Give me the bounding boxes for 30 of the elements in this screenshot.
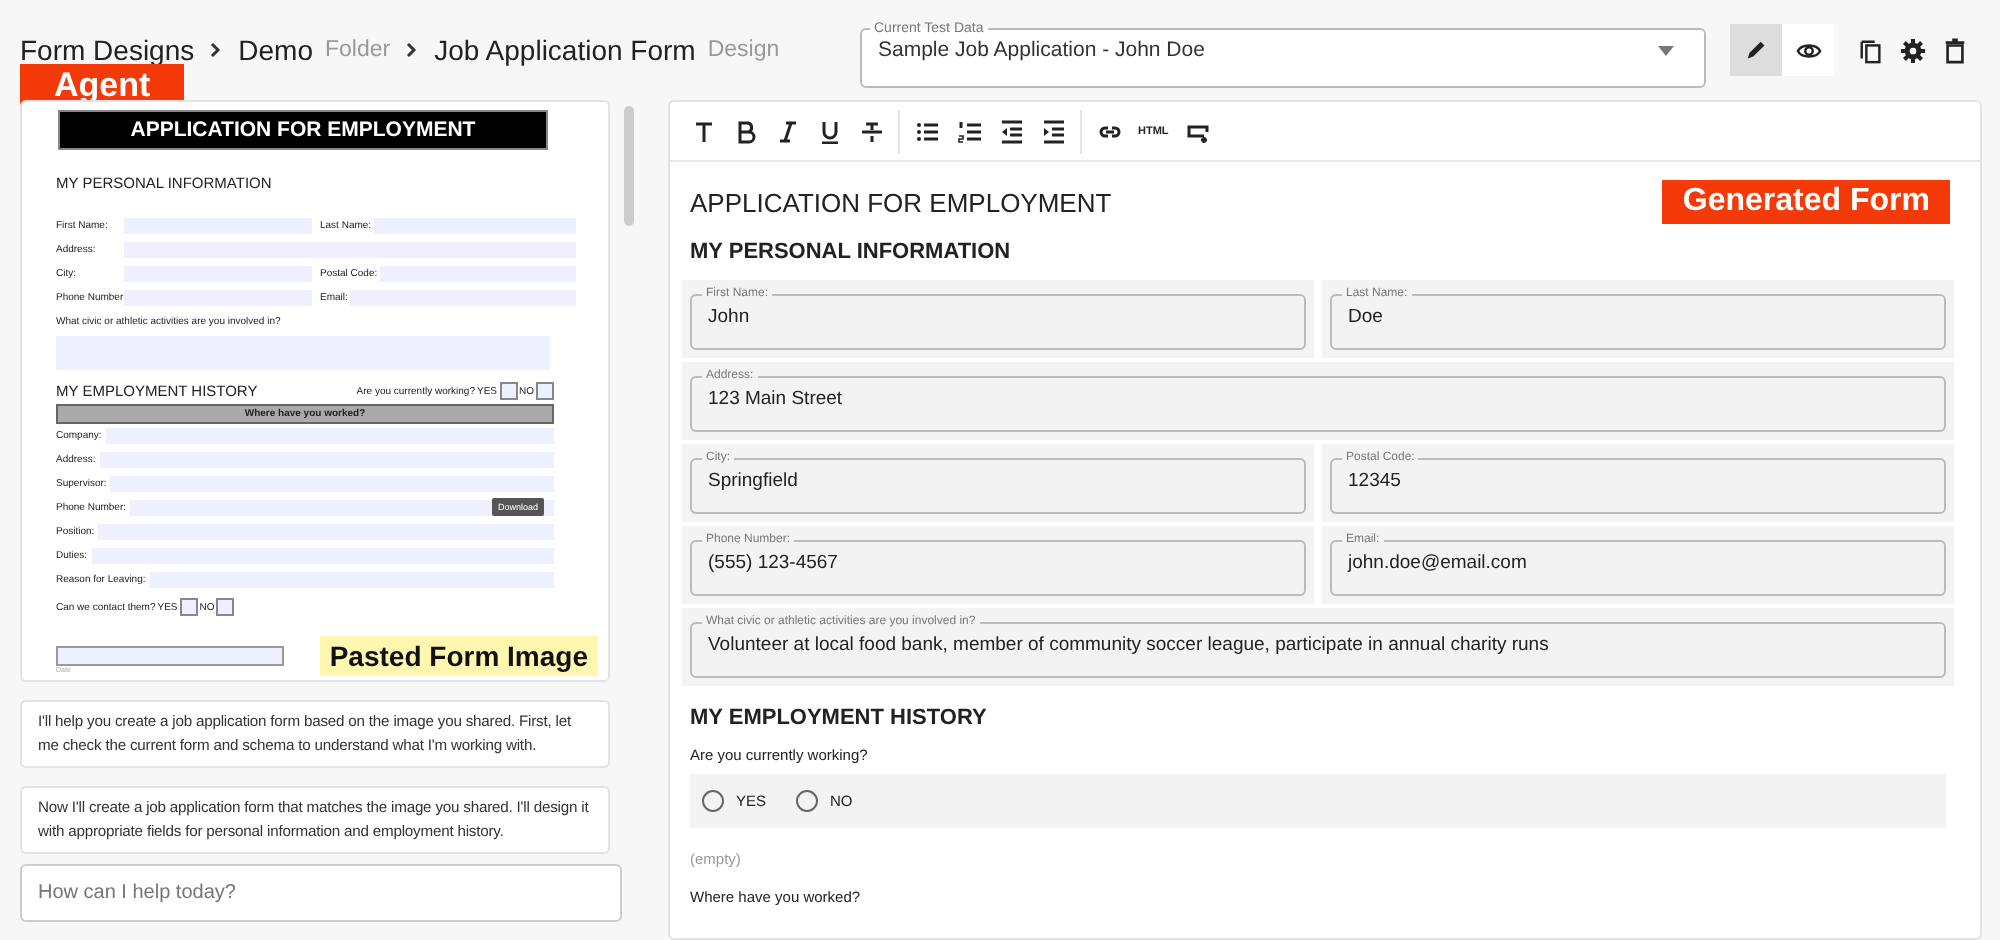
edit-mode-button[interactable] bbox=[1730, 24, 1782, 76]
breadcrumb-type: Folder bbox=[325, 38, 391, 62]
breadcrumb-link[interactable]: Form Designs bbox=[20, 34, 195, 66]
italic-icon[interactable] bbox=[775, 119, 799, 143]
outdent-icon[interactable] bbox=[999, 119, 1023, 143]
radio-button[interactable] bbox=[796, 790, 819, 812]
form-title: APPLICATION FOR EMPLOYMENT bbox=[690, 187, 1112, 217]
underline-icon[interactable] bbox=[817, 119, 841, 143]
breadcrumb-link[interactable]: Job Application Form bbox=[434, 34, 696, 66]
copy-icon[interactable] bbox=[1858, 37, 1884, 63]
breadcrumb-type: Design bbox=[707, 38, 780, 62]
numbered-list-icon[interactable] bbox=[957, 119, 981, 143]
text-icon[interactable] bbox=[691, 119, 715, 143]
scrollbar[interactable] bbox=[624, 106, 634, 226]
dropdown-caret-icon bbox=[1658, 45, 1674, 55]
strikethrough-icon[interactable] bbox=[859, 119, 883, 143]
radio-button[interactable] bbox=[702, 790, 724, 812]
settings-icon[interactable] bbox=[1900, 37, 1926, 63]
generated-form-label: Generated Form bbox=[1662, 180, 1950, 224]
pencil-icon bbox=[1743, 37, 1769, 63]
breadcrumb-link[interactable]: Demo bbox=[238, 34, 313, 66]
section-heading: MY EMPLOYMENT HISTORY bbox=[688, 704, 989, 734]
indent-icon[interactable] bbox=[1041, 119, 1065, 143]
document-title: APPLICATION FOR EMPLOYMENT bbox=[58, 110, 548, 150]
bulleted-list-icon[interactable] bbox=[915, 119, 939, 143]
bold-icon[interactable] bbox=[733, 119, 757, 143]
chat-input[interactable]: How can I help today? bbox=[20, 864, 622, 922]
section-heading: MY PERSONAL INFORMATION bbox=[688, 238, 1013, 268]
image-caption: Pasted Form Image bbox=[319, 636, 598, 676]
trash-icon[interactable] bbox=[1942, 37, 1968, 63]
